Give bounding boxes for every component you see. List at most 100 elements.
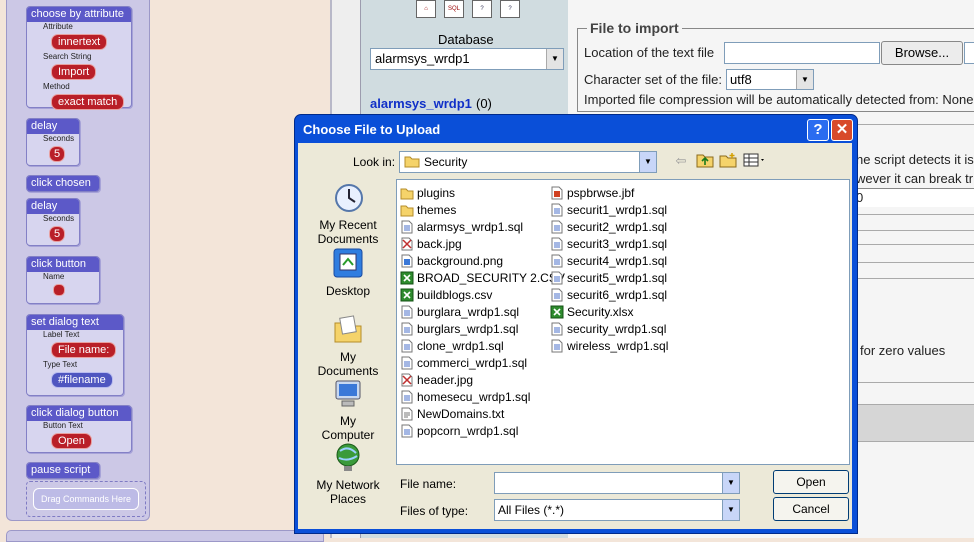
file-item[interactable]: securit3_wrdp1.sql — [550, 236, 667, 252]
divider — [856, 262, 974, 263]
file-item[interactable]: clone_wrdp1.sql — [400, 338, 504, 354]
folder-icon — [400, 186, 414, 200]
cmd-set-dialog-text[interactable]: set dialog text Label Text File name: Ty… — [26, 314, 124, 396]
places-my-computer[interactable]: My Computer — [312, 377, 384, 442]
file-item[interactable]: commerci_wrdp1.sql — [400, 355, 527, 371]
cmd-pause-script[interactable]: pause script — [26, 462, 100, 479]
cmd-title: delay — [27, 119, 79, 134]
file-name-input[interactable]: ▼ — [494, 472, 740, 494]
sql-file-icon — [550, 288, 564, 302]
search-string-value[interactable]: Import — [51, 64, 97, 80]
file-item[interactable]: BROAD_SECURITY 2.CSV — [400, 270, 565, 286]
browse-button[interactable]: Browse... — [881, 41, 963, 65]
excel-file-icon — [400, 271, 414, 285]
drag-commands-zone[interactable]: Drag Commands Here — [26, 481, 146, 517]
sql-file-icon — [400, 339, 414, 353]
excel-file-icon — [400, 288, 414, 302]
file-item[interactable]: pspbrwse.jbf — [550, 185, 634, 201]
file-item[interactable]: securit2_wrdp1.sql — [550, 219, 667, 235]
file-item[interactable]: header.jpg — [400, 372, 473, 388]
name-value[interactable] — [53, 284, 65, 296]
file-item[interactable]: plugins — [400, 185, 455, 201]
home-icon[interactable]: ⌂ — [416, 0, 436, 18]
file-item[interactable]: securit4_wrdp1.sql — [550, 253, 667, 269]
file-item[interactable]: securit6_wrdp1.sql — [550, 287, 667, 303]
cmd-delay[interactable]: delay Seconds 5 — [26, 198, 80, 246]
my-computer-icon — [335, 380, 361, 407]
database-select[interactable]: alarmsys_wrdp1 ▼ — [370, 48, 564, 70]
file-item[interactable]: wireless_wrdp1.sql — [550, 338, 668, 354]
file-item[interactable]: security_wrdp1.sql — [550, 321, 666, 337]
chevron-down-icon[interactable]: ▼ — [796, 70, 813, 89]
partial-text: wever it can break tr — [856, 171, 974, 186]
places-my-documents[interactable]: My Documents — [312, 313, 384, 378]
file-item[interactable]: popcorn_wrdp1.sql — [400, 423, 518, 439]
method-value[interactable]: exact match — [51, 94, 125, 110]
sql-file-icon — [400, 390, 414, 404]
cmd-choose-by-attribute[interactable]: choose by attribute Attribute innertext … — [26, 6, 132, 110]
chevron-down-icon[interactable]: ▼ — [546, 49, 563, 69]
button-text-label: Button Text — [43, 421, 83, 430]
file-name: burglars_wrdp1.sql — [417, 322, 519, 336]
location-file-input[interactable] — [724, 42, 880, 64]
docs-icon[interactable]: ? — [472, 0, 492, 18]
type-text-value[interactable]: #filename — [51, 372, 113, 388]
sql-icon[interactable]: SQL — [444, 0, 464, 18]
file-item[interactable]: securit5_wrdp1.sql — [550, 270, 667, 286]
file-item[interactable]: themes — [400, 202, 456, 218]
back-arrow-icon[interactable]: ⇦ — [671, 152, 691, 170]
label-text-label: Label Text — [43, 330, 80, 339]
file-item[interactable]: burglars_wrdp1.sql — [400, 321, 518, 337]
chevron-down-icon[interactable]: ▼ — [722, 473, 739, 493]
partial-input[interactable]: 0 — [856, 188, 974, 207]
seconds-value[interactable]: 5 — [49, 146, 66, 162]
partial-input[interactable] — [964, 42, 974, 64]
help-icon[interactable]: ? — [807, 119, 829, 141]
charset-select[interactable]: utf8 ▼ — [726, 69, 814, 90]
file-item[interactable]: NewDomains.txt — [400, 406, 504, 422]
file-name: alarmsys_wrdp1.sql — [417, 220, 524, 234]
cmd-click-dialog-button[interactable]: click dialog button Button Text Open — [26, 405, 132, 453]
chevron-down-icon[interactable]: ▼ — [639, 152, 656, 172]
places-my-recent-documents[interactable]: My Recent Documents — [312, 181, 384, 246]
folder-icon — [404, 156, 420, 168]
file-item[interactable]: burglara_wrdp1.sql — [400, 304, 519, 320]
files-of-type-select[interactable]: All Files (*.*) ▼ — [494, 499, 740, 521]
places-my-network-places[interactable]: My Network Places — [312, 441, 384, 506]
file-name: securit3_wrdp1.sql — [567, 237, 668, 251]
places-desktop[interactable]: Desktop — [312, 247, 384, 298]
cmd-delay[interactable]: delay Seconds 5 — [26, 118, 80, 166]
file-item[interactable]: alarmsys_wrdp1.sql — [400, 219, 523, 235]
file-item[interactable]: background.png — [400, 253, 503, 269]
cancel-button[interactable]: Cancel — [773, 497, 849, 521]
cmd-click-button[interactable]: click button Name — [26, 256, 100, 304]
look-in-combo[interactable]: Security ▼ — [399, 151, 657, 173]
file-item[interactable]: back.jpg — [400, 236, 462, 252]
button-text-value[interactable]: Open — [51, 433, 92, 449]
sql-file-icon — [550, 271, 564, 285]
desktop-icon — [333, 248, 363, 278]
file-item[interactable]: homesecu_wrdp1.sql — [400, 389, 530, 405]
png-file-icon — [400, 254, 414, 268]
file-name: securit1_wrdp1.sql — [567, 203, 668, 217]
open-button[interactable]: Open — [773, 470, 849, 494]
new-folder-icon[interactable] — [718, 152, 738, 170]
query-icon[interactable]: ? — [500, 0, 520, 18]
up-folder-icon[interactable] — [695, 152, 715, 170]
file-name: BROAD_SECURITY 2.CSV — [417, 271, 565, 285]
chevron-down-icon[interactable]: ▼ — [722, 500, 739, 520]
file-list[interactable]: plugins themes alarmsys_wrdp1.sql back.jpg b… — [396, 179, 850, 465]
cmd-click-chosen[interactable]: click chosen — [26, 175, 100, 192]
file-item[interactable]: buildblogs.csv — [400, 287, 492, 303]
compression-note: Imported file compression will be automa… — [584, 92, 974, 107]
label-text-value[interactable]: File name: — [51, 342, 117, 358]
file-item[interactable]: Security.xlsx — [550, 304, 633, 320]
place-label: My Computer — [321, 414, 375, 442]
seconds-value[interactable]: 5 — [49, 226, 66, 242]
sql-file-icon — [550, 220, 564, 234]
attribute-value[interactable]: innertext — [51, 34, 108, 50]
database-link[interactable]: alarmsys_wrdp1 — [370, 96, 472, 111]
file-item[interactable]: securit1_wrdp1.sql — [550, 202, 667, 218]
view-menu-icon[interactable] — [742, 152, 768, 170]
close-icon[interactable]: ✕ — [831, 119, 853, 141]
